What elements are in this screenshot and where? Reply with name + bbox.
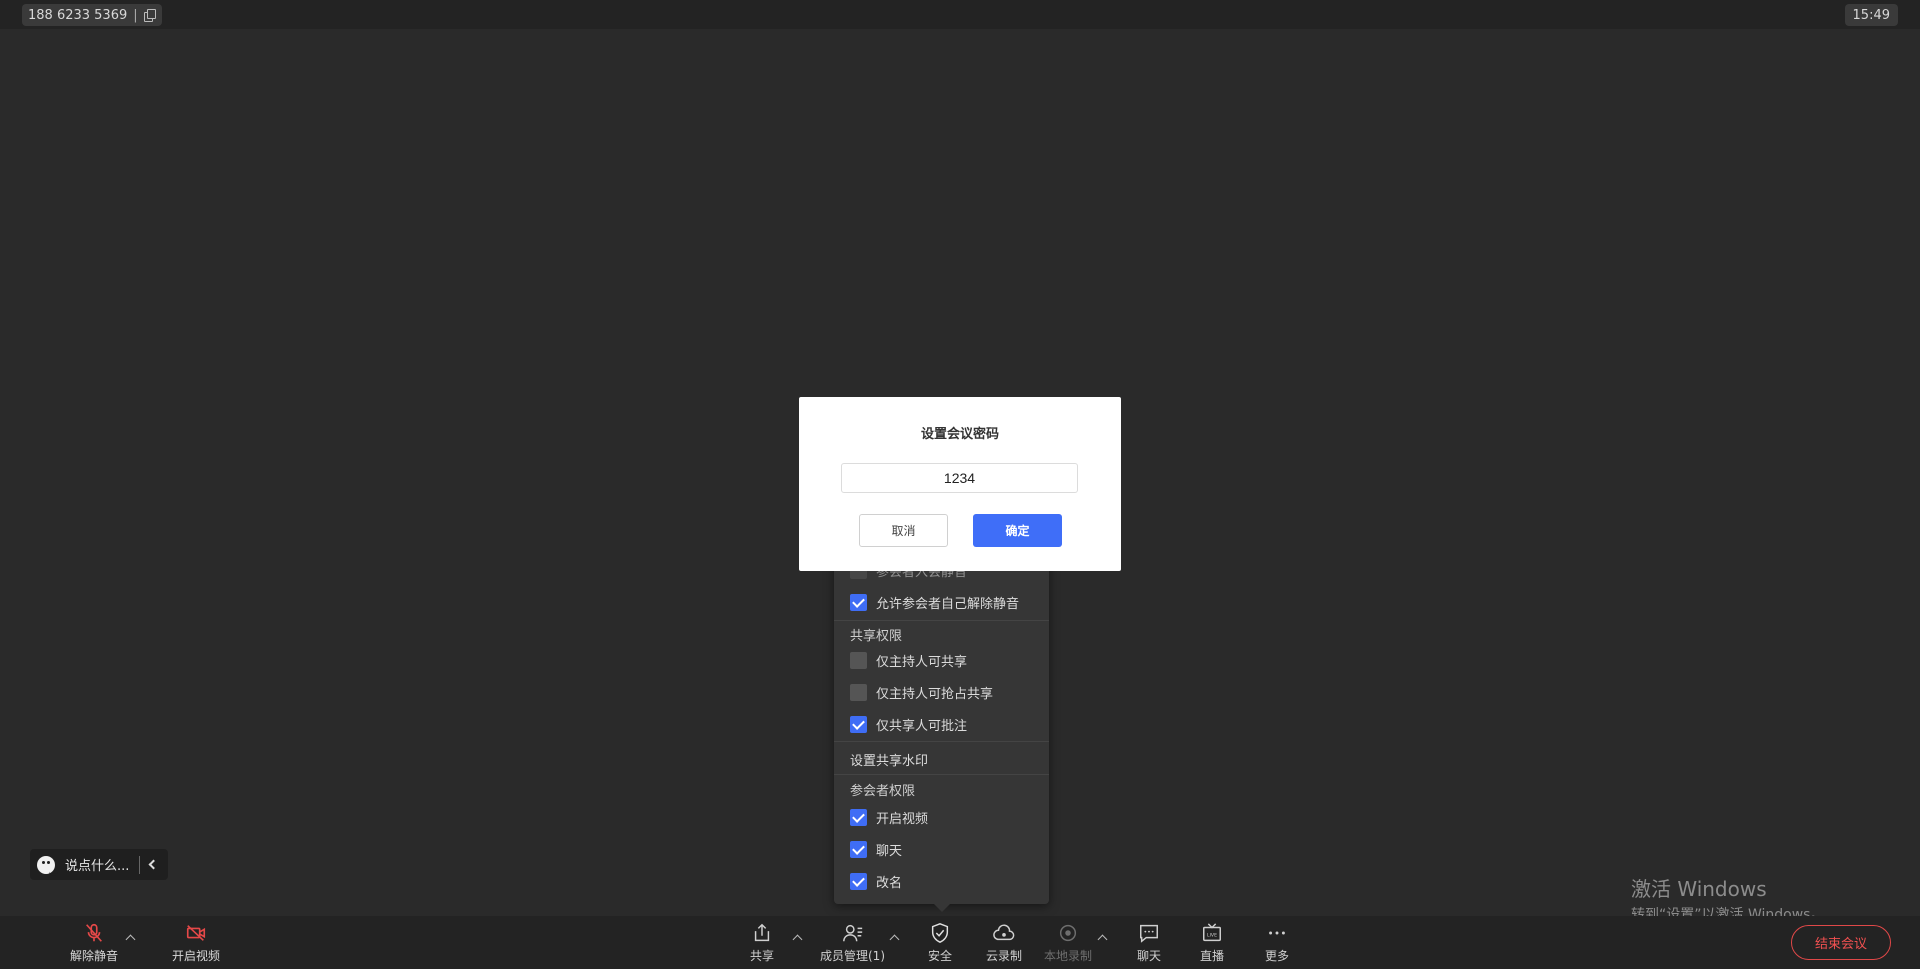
members-icon xyxy=(842,924,862,942)
option-label: 改名 xyxy=(876,875,903,891)
video-off-icon xyxy=(186,925,206,941)
chevron-up-icon[interactable] xyxy=(125,934,136,945)
top-bar: 188 6233 5369 | 15:49 xyxy=(0,0,1920,29)
security-label: 安全 xyxy=(928,949,953,963)
quick-chat-input[interactable]: 说点什么... xyxy=(30,849,168,880)
unmute-button[interactable]: 解除静音 xyxy=(70,922,118,966)
separator xyxy=(139,855,141,874)
chevron-up-icon[interactable] xyxy=(792,934,803,945)
end-meeting-button[interactable]: 结束会议 xyxy=(1791,925,1891,960)
option-chat[interactable]: 聊天 xyxy=(850,839,902,859)
separator: | xyxy=(133,7,138,23)
checkbox-checked[interactable] xyxy=(850,872,867,890)
checkbox-checked[interactable] xyxy=(850,715,867,733)
shield-icon xyxy=(931,923,949,943)
attendee-permission-heading: 参会者权限 xyxy=(850,784,916,799)
chevron-up-icon[interactable] xyxy=(889,934,900,945)
option-label: 开启视频 xyxy=(876,811,929,827)
local-record-label: 本地录制 xyxy=(1044,949,1093,963)
option-label: 仅主持人可共享 xyxy=(876,654,968,670)
unmute-label: 解除静音 xyxy=(70,949,119,963)
share-permission-heading: 共享权限 xyxy=(850,629,903,644)
more-button[interactable]: 更多 xyxy=(1265,922,1289,966)
cloud-record-label: 云录制 xyxy=(986,949,1023,963)
more-icon xyxy=(1269,931,1285,935)
chat-label: 聊天 xyxy=(1137,949,1162,963)
option-share-host-only[interactable]: 仅主持人可共享 xyxy=(850,650,967,670)
bottom-toolbar: 解除静音 开启视频 共享 成员管理(1) 安全 云录制 本地录制 聊天 LIVE… xyxy=(0,916,1920,969)
option-label: 仅主持人可抢占共享 xyxy=(876,686,994,702)
checkbox-checked[interactable] xyxy=(850,840,867,858)
chat-placeholder: 说点什么... xyxy=(65,859,130,874)
security-button[interactable]: 安全 xyxy=(928,922,952,966)
share-button[interactable]: 共享 xyxy=(750,922,774,966)
chevron-up-icon[interactable] xyxy=(1097,934,1108,945)
copy-icon[interactable] xyxy=(143,9,156,22)
checkbox-checked[interactable] xyxy=(850,593,867,611)
share-icon xyxy=(754,923,770,942)
checkbox[interactable] xyxy=(850,683,867,701)
password-input[interactable] xyxy=(841,463,1078,493)
record-icon xyxy=(1059,924,1077,942)
svg-text:LIVE: LIVE xyxy=(1207,933,1217,939)
set-watermark-item[interactable]: 设置共享水印 xyxy=(850,750,928,769)
local-record-button[interactable]: 本地录制 xyxy=(1044,922,1092,966)
option-label: 聊天 xyxy=(876,843,903,859)
option-allow-unmute[interactable]: 允许参会者自己解除静音 xyxy=(850,592,1019,612)
confirm-button[interactable]: 确定 xyxy=(973,514,1062,547)
option-share-host-grab[interactable]: 仅主持人可抢占共享 xyxy=(850,682,993,702)
watermark-line1: 激活 Windows xyxy=(1631,877,1767,901)
checkbox[interactable] xyxy=(850,651,867,669)
option-share-annotate[interactable]: 仅共享人可批注 xyxy=(850,714,967,734)
divider xyxy=(834,741,1049,742)
start-video-label: 开启视频 xyxy=(172,949,221,963)
option-rename[interactable]: 改名 xyxy=(850,871,902,891)
dialog-title: 设置会议密码 xyxy=(920,427,999,442)
cancel-button[interactable]: 取消 xyxy=(859,514,948,547)
cloud-record-icon xyxy=(993,924,1015,941)
option-label: 仅共享人可批注 xyxy=(876,718,968,734)
meeting-id-badge[interactable]: 188 6233 5369 | xyxy=(22,4,162,26)
chevron-left-icon[interactable] xyxy=(148,859,159,870)
share-label: 共享 xyxy=(750,949,775,963)
option-enable-video[interactable]: 开启视频 xyxy=(850,807,928,827)
security-menu: 参会者入会静音 允许参会者自己解除静音 共享权限 仅主持人可共享 仅主持人可抢占… xyxy=(834,545,1049,912)
option-label: 允许参会者自己解除静音 xyxy=(876,596,1020,612)
divider xyxy=(834,774,1049,775)
chat-icon xyxy=(1140,924,1158,943)
mic-off-icon xyxy=(86,923,102,942)
live-button[interactable]: LIVE 直播 xyxy=(1200,922,1224,966)
cloud-record-button[interactable]: 云录制 xyxy=(986,922,1022,966)
start-video-button[interactable]: 开启视频 xyxy=(172,922,220,966)
live-label: 直播 xyxy=(1200,949,1225,963)
live-icon: LIVE xyxy=(1203,923,1221,942)
members-label: 成员管理(1) xyxy=(820,949,885,963)
set-password-dialog: 设置会议密码 取消 确定 xyxy=(799,397,1121,571)
divider xyxy=(834,620,1049,621)
more-label: 更多 xyxy=(1265,949,1290,963)
members-button[interactable]: 成员管理(1) xyxy=(820,922,885,966)
checkbox-checked[interactable] xyxy=(850,808,867,826)
meeting-clock: 15:49 xyxy=(1844,4,1898,26)
emoji-icon[interactable] xyxy=(37,855,58,876)
chat-button[interactable]: 聊天 xyxy=(1137,922,1161,966)
meeting-id-text: 188 6233 5369 xyxy=(28,7,128,23)
